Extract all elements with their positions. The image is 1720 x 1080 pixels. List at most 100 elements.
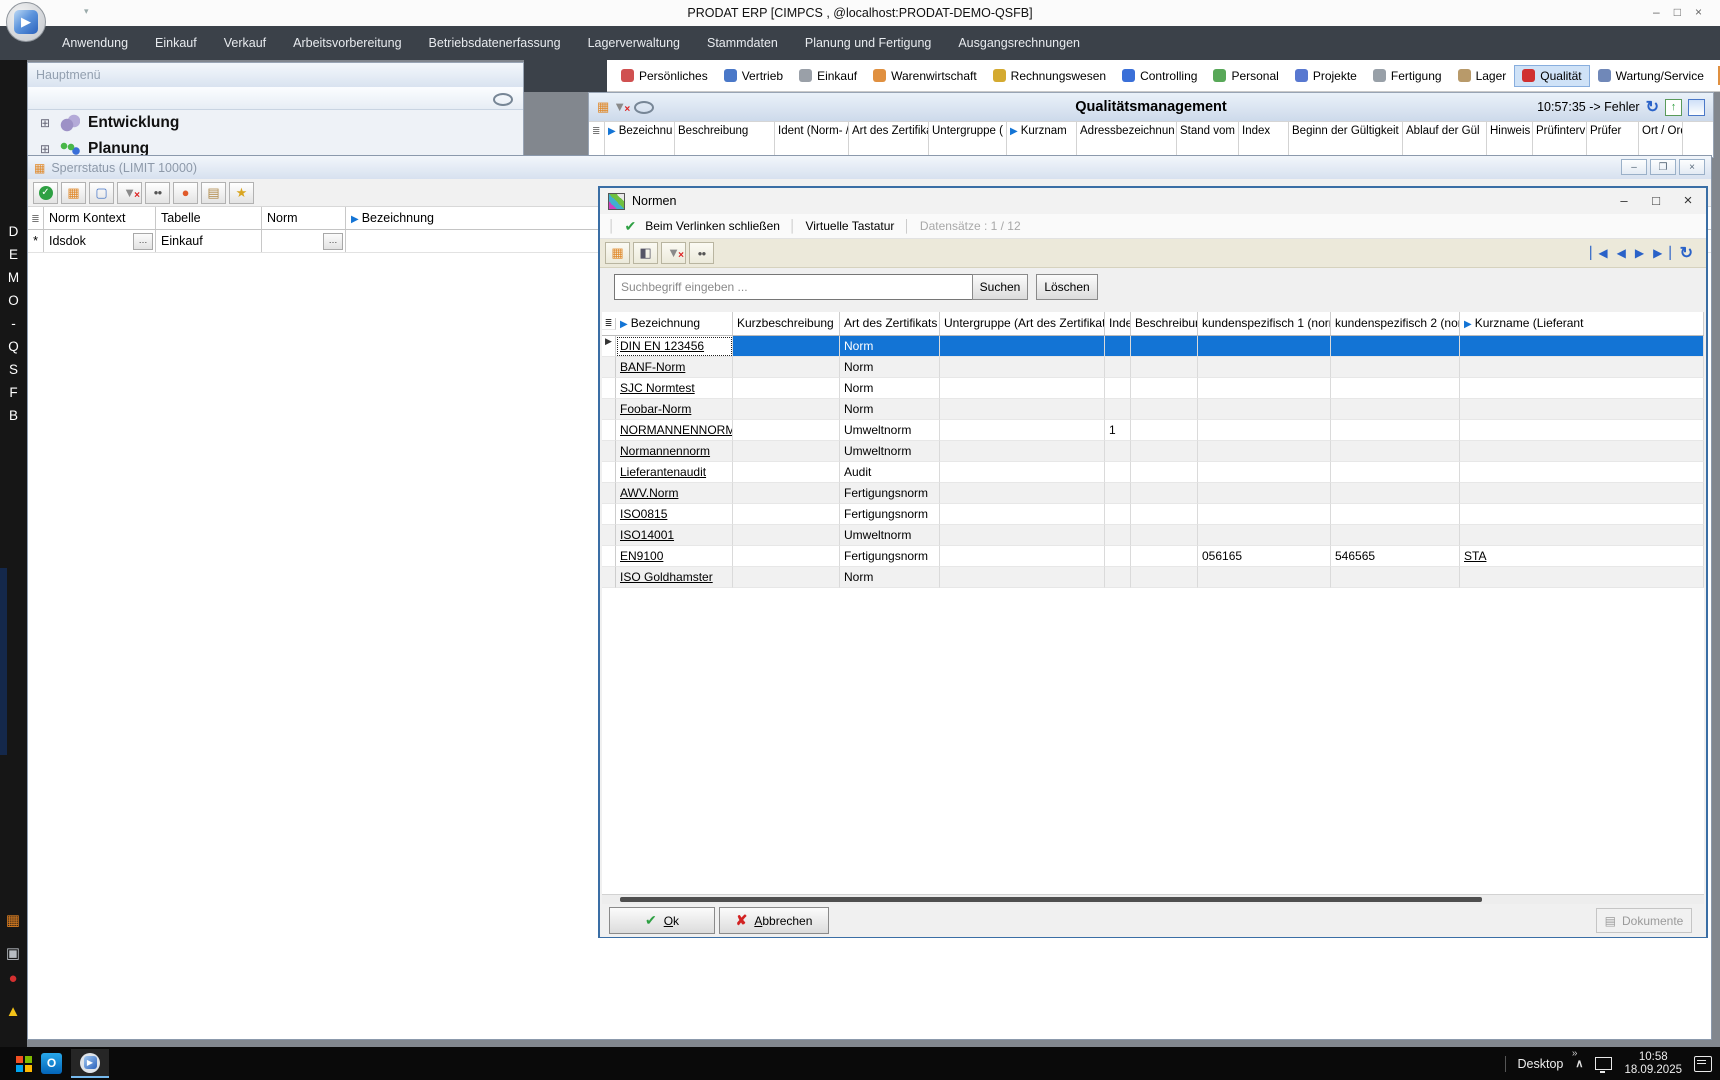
cell-art[interactable]: Norm [840, 357, 940, 378]
cell-index[interactable] [1105, 399, 1131, 420]
abbrechen-button[interactable]: ✘ Abbrechen [719, 907, 829, 934]
cell-kundenspezifisch_1[interactable] [1198, 336, 1331, 357]
cell-kurzbeschreibung[interactable] [733, 504, 840, 525]
docked-sidebar[interactable]: DEMO-QSFB ▦ ▣ ● ▲ [0, 60, 27, 1047]
cell-beschreibung[interactable] [1131, 441, 1198, 462]
table-row[interactable]: EN9100Fertigungsnorm056165546565STA [602, 546, 1704, 567]
cell-untergruppe[interactable] [940, 420, 1105, 441]
cell-kundenspezifisch_2[interactable] [1331, 462, 1460, 483]
cell-beschreibung[interactable] [1131, 378, 1198, 399]
previous-record-icon[interactable]: ◀ [1617, 246, 1625, 260]
cell-kurzname[interactable] [1460, 378, 1704, 399]
qm-column-header[interactable]: Stand vom [1177, 122, 1239, 156]
qm-column-header[interactable]: Art des Zertifika [849, 122, 929, 156]
cell-bezeichnung[interactable]: BANF-Norm [616, 357, 733, 378]
cell-kundenspezifisch_2[interactable]: 546565 [1331, 546, 1460, 567]
menu-item-stammdaten[interactable]: Stammdaten [707, 36, 778, 50]
cell-kurzbeschreibung[interactable] [733, 399, 840, 420]
cell-kundenspezifisch_2[interactable] [1331, 525, 1460, 546]
cell-kundenspezifisch_2[interactable] [1331, 399, 1460, 420]
cell-kurzname[interactable] [1460, 420, 1704, 441]
ok-button[interactable]: ✔ Ok [609, 907, 715, 934]
cell-norm[interactable]: … [262, 230, 346, 252]
cell-kurzname[interactable] [1460, 567, 1704, 588]
cell-bezeichnung[interactable]: EN9100 [616, 546, 733, 567]
notifications-icon[interactable] [1694, 1056, 1712, 1072]
table-row[interactable]: ISO GoldhamsterNorm [602, 567, 1704, 588]
cell-kurzbeschreibung[interactable] [733, 462, 840, 483]
cell-beschreibung[interactable] [1131, 336, 1198, 357]
cell-index[interactable] [1105, 441, 1131, 462]
cell-kundenspezifisch_1[interactable] [1198, 441, 1331, 462]
cell-index[interactable] [1105, 546, 1131, 567]
cell-art[interactable]: Umweltnorm [840, 525, 940, 546]
normen-column-header[interactable]: ▶Kurzname (Lieferant [1460, 312, 1704, 335]
cell-kundenspezifisch_2[interactable] [1331, 567, 1460, 588]
menu-item-lagerverwaltung[interactable]: Lagerverwaltung [588, 36, 680, 50]
cell-kundenspezifisch_2[interactable] [1331, 357, 1460, 378]
alarm-button[interactable]: ● [173, 182, 198, 204]
cell-beschreibung[interactable] [1131, 420, 1198, 441]
cell-art[interactable]: Audit [840, 462, 940, 483]
table-row[interactable]: Foobar-NormNorm [602, 399, 1704, 420]
qm-column-header[interactable]: Prüfinterv [1533, 122, 1587, 156]
cell-kundenspezifisch_1[interactable] [1198, 378, 1331, 399]
cell-kurzname[interactable] [1460, 336, 1704, 357]
cell-kurzname[interactable] [1460, 504, 1704, 525]
cell-art[interactable]: Fertigungsnorm [840, 546, 940, 567]
minimize-icon[interactable]: – [1608, 188, 1640, 213]
cell-untergruppe[interactable] [940, 525, 1105, 546]
scrollbar-thumb[interactable] [620, 897, 1482, 902]
expand-icon[interactable]: ⊞ [40, 142, 52, 156]
cell-kundenspezifisch_2[interactable] [1331, 378, 1460, 399]
menu-item-betriebsdatenerfassung[interactable]: Betriebsdatenerfassung [429, 36, 561, 50]
cell-kurzname[interactable]: STA [1460, 546, 1704, 567]
cell-untergruppe[interactable] [940, 567, 1105, 588]
cell-kurzname[interactable] [1460, 525, 1704, 546]
cell-index[interactable] [1105, 504, 1131, 525]
cell-beschreibung[interactable] [1131, 525, 1198, 546]
normen-column-header[interactable]: kundenspezifisch 2 (normzert) [1331, 312, 1460, 335]
last-record-icon[interactable]: ▶▕ [1653, 246, 1669, 260]
normen-column-header[interactable]: Beschreibung [1131, 312, 1198, 335]
cell-kurzbeschreibung[interactable] [733, 378, 840, 399]
table-button[interactable]: ▦ [61, 182, 86, 204]
normen-column-header[interactable]: Kurzbeschreibung [733, 312, 840, 335]
menu-item-verkauf[interactable]: Verkauf [224, 36, 266, 50]
cell-kurzbeschreibung[interactable] [733, 483, 840, 504]
cell-beschreibung[interactable] [1131, 567, 1198, 588]
table-row[interactable]: SJC NormtestNorm [602, 378, 1704, 399]
table-row[interactable]: ▶DIN EN 123456Norm [602, 336, 1704, 357]
cell-kurzname[interactable] [1460, 483, 1704, 504]
cell-untergruppe[interactable] [940, 336, 1105, 357]
warning-icon[interactable]: ▲ [4, 1003, 22, 1021]
tab-personal[interactable]: Personal [1205, 65, 1286, 87]
cell-kundenspezifisch_1[interactable] [1198, 504, 1331, 525]
cell-untergruppe[interactable] [940, 483, 1105, 504]
column-header-norm-kontext[interactable]: Norm Kontext [44, 207, 156, 229]
cell-art[interactable]: Umweltnorm [840, 441, 940, 462]
column-header-tabelle[interactable]: Tabelle [156, 207, 262, 229]
normen-column-header[interactable]: Art des Zertifikats [840, 312, 940, 335]
cell-bezeichnung[interactable]: ISO Goldhamster [616, 567, 733, 588]
cell-index[interactable] [1105, 336, 1131, 357]
cell-bezeichnung[interactable]: ISO0815 [616, 504, 733, 525]
cell-kundenspezifisch_1[interactable] [1198, 483, 1331, 504]
refresh-icon[interactable]: ↻ [1680, 243, 1692, 263]
cell-index[interactable] [1105, 357, 1131, 378]
filter-remove-button[interactable]: ▼ [117, 182, 142, 204]
menu-item-planung-und-fertigung[interactable]: Planung und Fertigung [805, 36, 931, 50]
loeschen-button[interactable]: Löschen [1036, 274, 1098, 300]
cell-kundenspezifisch_1[interactable] [1198, 420, 1331, 441]
sperrstatus-titlebar[interactable]: ▦ Sperrstatus (LIMIT 10000) – ❐ × [28, 156, 1711, 179]
tab-einkauf[interactable]: Einkauf [791, 65, 865, 87]
tab-warenwirtschaft[interactable]: Warenwirtschaft [865, 65, 985, 87]
expand-icon[interactable]: ⊞ [40, 116, 52, 130]
window-icon[interactable] [1688, 99, 1705, 116]
collapse-columns-button[interactable]: ◧ [633, 242, 658, 264]
cell-bezeichnung[interactable]: Normannennorm [616, 441, 733, 462]
cell-art[interactable]: Norm [840, 399, 940, 420]
cell-bezeichnung[interactable]: ISO14001 [616, 525, 733, 546]
normen-column-header[interactable]: Index [1105, 312, 1131, 335]
tab-pers-nliches[interactable]: Persönliches [613, 65, 716, 87]
